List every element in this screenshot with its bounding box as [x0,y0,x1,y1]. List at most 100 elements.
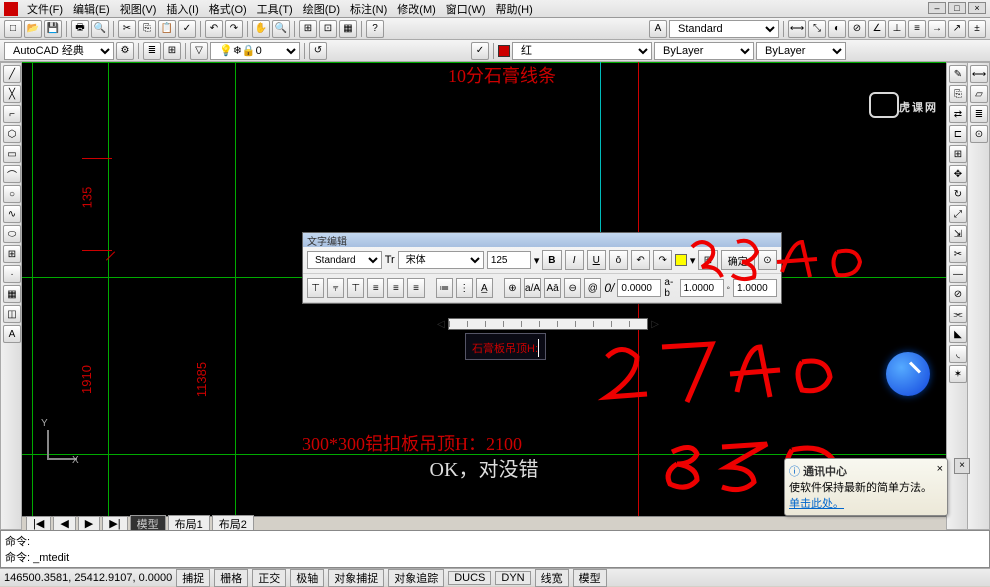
redo-text-button[interactable]: ↷ [653,250,672,270]
align-left-icon[interactable]: ≡ [367,278,384,298]
extend-icon[interactable]: — [949,265,967,283]
layer-states-icon[interactable]: ⊞ [163,42,181,60]
cmd-input-line[interactable]: 命令: _mtedit [5,549,985,565]
undo-icon[interactable]: ↶ [205,20,223,38]
move-icon[interactable]: ✥ [949,165,967,183]
menu-insert[interactable]: 插入(I) [161,1,203,17]
minimize-button[interactable]: – [928,2,946,14]
paste-icon[interactable]: 📋 [158,20,176,38]
menu-edit[interactable]: 编辑(E) [68,1,115,17]
grid-toggle[interactable]: 栅格 [214,569,248,587]
text-color-swatch[interactable] [675,254,687,266]
layer-properties-icon[interactable]: ≣ [143,42,161,60]
ok-button[interactable]: 确定 [721,250,755,270]
mtext-edit-area[interactable]: 石膏板吊顶H: [465,333,546,360]
italic-button[interactable]: I [565,250,584,270]
scale-icon[interactable]: ⤢ [949,205,967,223]
lineweight-combo[interactable]: ByLayer [756,42,846,60]
explode-icon[interactable]: ✶ [949,365,967,383]
menu-format[interactable]: 格式(O) [204,1,252,17]
dim-baseline-icon[interactable]: ≡ [908,20,926,38]
arc-icon[interactable]: ⌒ [3,165,21,183]
insert-field-icon[interactable]: ⊕ [504,278,521,298]
save-icon[interactable]: 💾 [44,20,62,38]
offset-icon[interactable]: ⊏ [949,125,967,143]
menu-file[interactable]: 文件(F) [22,1,68,17]
chamfer-icon[interactable]: ◣ [949,325,967,343]
circle-icon[interactable]: ○ [3,185,21,203]
menu-dimension[interactable]: 标注(N) [345,1,392,17]
text-icon[interactable]: A [3,325,21,343]
align-top-left-icon[interactable]: ⊤ [307,278,324,298]
command-window[interactable]: 命令: 命令: _mtedit [0,530,990,568]
line-icon[interactable]: ╱ [3,65,21,83]
tab-layout1[interactable]: 布局1 [168,515,210,531]
model-toggle[interactable]: 模型 [573,569,607,587]
snap-toggle[interactable]: 捕捉 [176,569,210,587]
bold-button[interactable]: B [542,250,561,270]
toolpalette-icon[interactable]: ▦ [339,20,357,38]
rotate-icon[interactable]: ↻ [949,185,967,203]
dim-style-icon[interactable]: A [649,20,667,38]
menu-draw[interactable]: 绘图(D) [298,1,345,17]
preview-icon[interactable]: 🔍 [91,20,109,38]
menu-window[interactable]: 窗口(W) [441,1,491,17]
array-icon[interactable]: ⊞ [949,145,967,163]
width-input[interactable] [733,279,777,297]
open-icon[interactable]: 📂 [24,20,42,38]
tab-nav-prev[interactable]: ◀ [53,516,75,530]
dim-radius-icon[interactable]: ◐ [828,20,846,38]
text-style-combo[interactable]: Standard [669,20,779,38]
rectangle-icon[interactable]: ▭ [3,145,21,163]
layer-filter-icon[interactable]: ▽ [190,42,208,60]
comm-close-button[interactable]: × [954,458,970,474]
help-icon[interactable]: ? [366,20,384,38]
numbering-icon[interactable]: ≔ [436,278,453,298]
menu-tools[interactable]: 工具(T) [252,1,298,17]
align-top-right-icon[interactable]: ⊤ [347,278,364,298]
dim-diameter-icon[interactable]: ⊘ [848,20,866,38]
pan-icon[interactable]: ✋ [252,20,270,38]
copy-icon[interactable]: ⎘ [138,20,156,38]
stretch-icon[interactable]: ⇲ [949,225,967,243]
overline-button[interactable]: ō [609,250,628,270]
workspace-settings-icon[interactable]: ⚙ [116,42,134,60]
copy-obj-icon[interactable]: ⎘ [949,85,967,103]
menu-view[interactable]: 视图(V) [115,1,162,17]
trim-icon[interactable]: ✂ [949,245,967,263]
tracking-icon[interactable]: ⊖ [564,278,581,298]
tab-nav-next[interactable]: ▶ [78,516,100,530]
xline-icon[interactable]: ╳ [3,85,21,103]
dyn-toggle[interactable]: DYN [495,571,530,585]
id-icon[interactable]: ⊙ [970,125,988,143]
underline-button[interactable]: U [587,250,606,270]
width-icon[interactable]: @ [584,278,601,298]
region-icon[interactable]: ◫ [3,305,21,323]
erase-icon[interactable]: ✎ [949,65,967,83]
align-top-center-icon[interactable]: ⫧ [327,278,344,298]
bullets-icon[interactable]: ⋮ [456,278,473,298]
layer-previous-icon[interactable]: ↺ [309,42,327,60]
tab-model[interactable]: 模型 [130,515,166,531]
polar-toggle[interactable]: 极轴 [290,569,324,587]
menu-modify[interactable]: 修改(M) [392,1,441,17]
color-combo[interactable]: 红 [512,42,652,60]
comm-link[interactable]: 单击此处。 [789,495,943,511]
designcenter-icon[interactable]: ⊡ [319,20,337,38]
close-button[interactable]: × [968,2,986,14]
dim-ordinate-icon[interactable]: ⊥ [888,20,906,38]
dim-angular-icon[interactable]: ∠ [868,20,886,38]
spline-icon[interactable]: ∿ [3,205,21,223]
hatch-icon[interactable]: ▦ [3,285,21,303]
dim-linear-icon[interactable]: ⟷ [788,20,806,38]
polygon-icon[interactable]: ⬡ [3,125,21,143]
tab-nav-first[interactable]: |◀ [26,516,51,530]
maximize-button[interactable]: □ [948,2,966,14]
block-icon[interactable]: ⊞ [3,245,21,263]
symbol-icon[interactable]: a/A [524,278,541,298]
mtext-ruler[interactable] [448,318,648,330]
fillet-icon[interactable]: ◟ [949,345,967,363]
oblique-icon[interactable]: Aā [544,278,561,298]
area-icon[interactable]: ▱ [970,85,988,103]
ellipse-icon[interactable]: ⬭ [3,225,21,243]
